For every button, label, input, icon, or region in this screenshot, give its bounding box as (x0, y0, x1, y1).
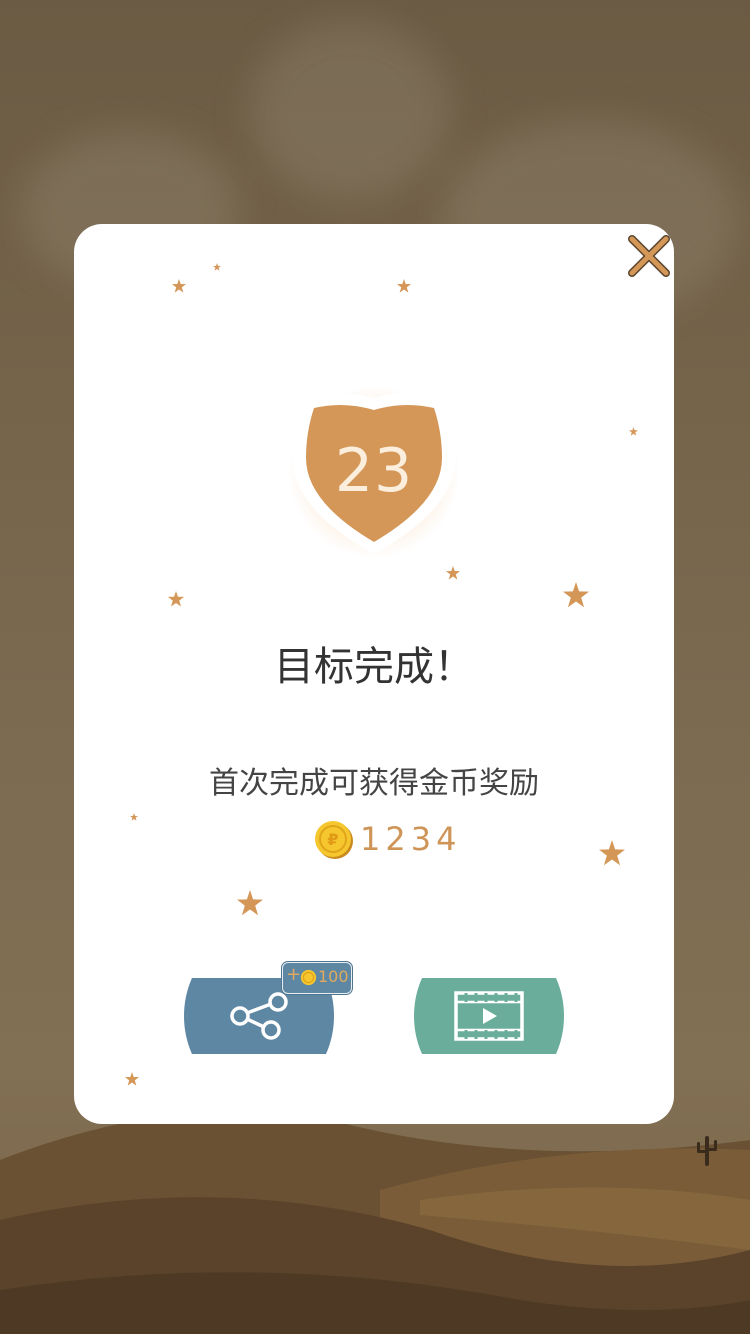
close-icon[interactable] (622, 230, 674, 282)
coin-reward: ₽ 1234 (314, 820, 456, 860)
star-icon (130, 813, 138, 821)
watch-video-button[interactable] (414, 978, 564, 1054)
coin-icon: ₽ (315, 821, 353, 859)
star-icon (213, 263, 221, 271)
cactus-icon (697, 1136, 717, 1166)
svg-text:₽: ₽ (327, 830, 338, 849)
star-icon (172, 279, 186, 293)
star-icon (629, 427, 638, 436)
star-icon (563, 582, 589, 608)
level-number: 23 (334, 436, 414, 506)
coin-icon (300, 969, 317, 986)
bonus-amount: 100 (318, 967, 349, 986)
star-icon (168, 591, 184, 607)
level-complete-dialog: 23 目标完成！ 首次完成可获得金币奖励 ₽ 1234 + 100 (74, 224, 674, 1124)
star-icon (237, 890, 263, 916)
dialog-title: 目标完成！ (274, 644, 474, 690)
star-icon (125, 1072, 139, 1086)
star-icon (599, 840, 625, 866)
level-badge: 23 (288, 384, 460, 560)
share-bonus-badge: + 100 (282, 962, 352, 994)
star-icon (397, 279, 411, 293)
bonus-plus: + (286, 964, 302, 985)
reward-amount: 1234 (360, 820, 462, 858)
reward-description: 首次完成可获得金币奖励 (209, 766, 539, 801)
star-icon (446, 566, 460, 580)
